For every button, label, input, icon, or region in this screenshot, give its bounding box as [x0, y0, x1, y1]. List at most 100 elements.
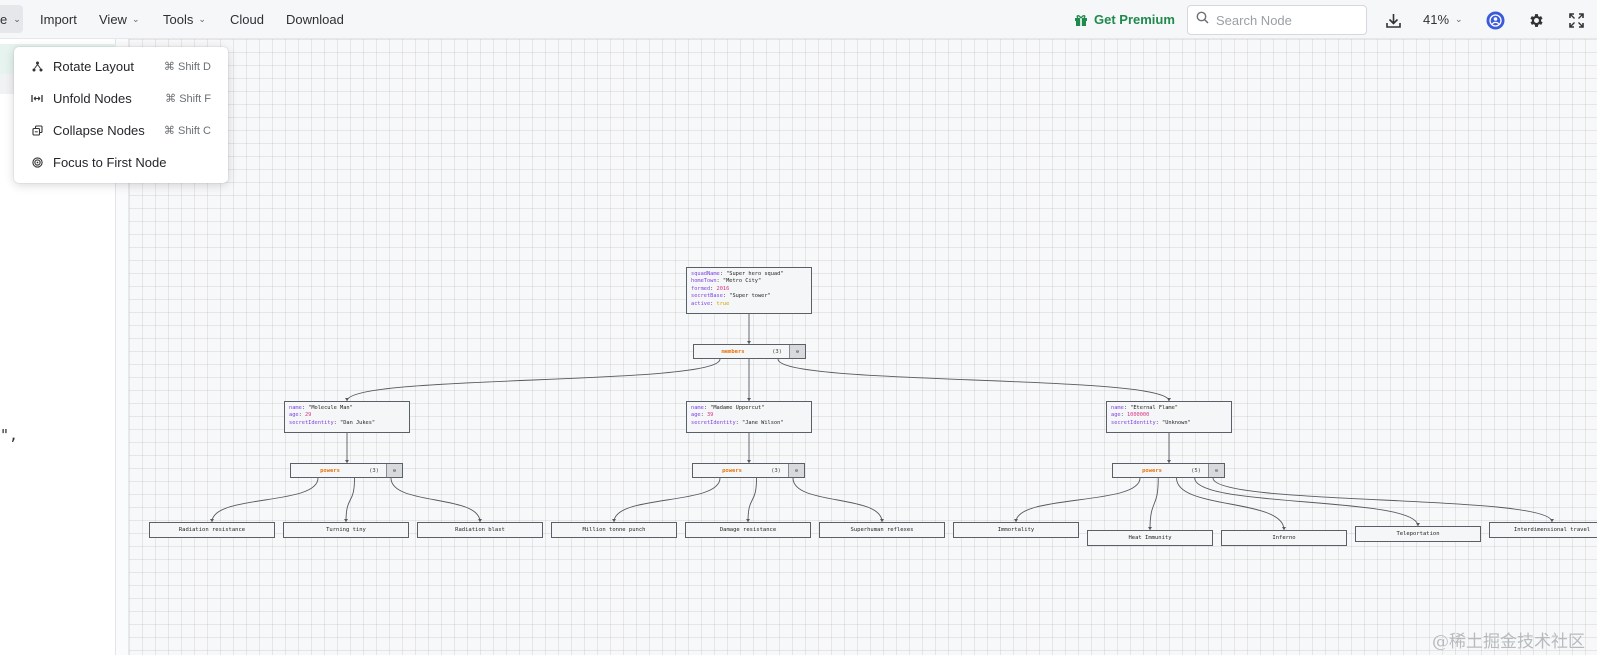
array-node-label: powers — [1142, 467, 1162, 474]
graph-canvas[interactable]: squadName: "Super hero squad" homeTown: "… — [129, 39, 1597, 655]
view-menu[interactable]: View ⌄ — [99, 0, 140, 39]
view-label: View — [99, 12, 127, 27]
power-leaf-node[interactable]: Turning tiny — [283, 522, 409, 538]
collapse-toggle-icon[interactable]: ⊖ — [386, 464, 402, 477]
rotate-layout-icon — [31, 60, 43, 72]
graph-edge — [747, 477, 757, 523]
chevron-down-icon: ⌄ — [131, 14, 140, 24]
powers-array-node[interactable]: powers (3) ⊖ — [290, 463, 403, 478]
search-box[interactable] — [1187, 5, 1367, 35]
powers-array-node[interactable]: powers (3) ⊖ — [692, 463, 805, 478]
gear-icon[interactable] — [1525, 9, 1547, 31]
node-row: age: 29 — [289, 412, 405, 419]
focus-first-node-item[interactable]: Focus to First Node — [14, 146, 228, 178]
node-value: 29 — [304, 412, 312, 419]
file-menu-button[interactable]: e ⌄ — [0, 5, 23, 33]
graph-edge — [613, 477, 721, 523]
import-label: Import — [40, 12, 77, 27]
graph-edge — [211, 477, 319, 523]
power-leaf-node[interactable]: Inferno — [1221, 530, 1347, 546]
cloud-menu[interactable]: Cloud — [230, 0, 264, 39]
chevron-down-icon: ⌄ — [1455, 14, 1463, 24]
node-value: 39 — [706, 412, 714, 419]
graph-edge — [1149, 477, 1159, 531]
import-menu[interactable]: Import — [40, 0, 77, 39]
member-object-node[interactable]: name: "Molecule Man" age: 29 secretIdentit… — [284, 401, 410, 433]
graph-edge — [1015, 477, 1141, 523]
power-leaf-node[interactable]: Immortality — [953, 522, 1079, 538]
search-icon — [1196, 11, 1209, 29]
chevron-down-icon: ⌄ — [198, 14, 206, 24]
node-value: "Dan Jukes" — [340, 419, 376, 426]
power-leaf-node[interactable]: Damage resistance — [685, 522, 811, 538]
tools-dropdown-menu: Rotate Layout ⌘ Shift D Unfold Nodes ⌘ S… — [14, 47, 228, 183]
node-key: name — [691, 405, 704, 411]
get-premium-button[interactable]: Get Premium — [1074, 0, 1175, 39]
graph-edge — [345, 477, 355, 523]
rotate-layout-label: Rotate Layout — [53, 58, 134, 74]
gift-icon — [1074, 13, 1088, 27]
node-row: formed: 2016 — [691, 286, 807, 293]
power-leaf-node[interactable]: Radiation resistance — [149, 522, 275, 538]
collapse-toggle-icon[interactable]: ⊖ — [1208, 464, 1224, 477]
chevron-down-icon: ⌄ — [13, 13, 21, 24]
node-key: secretIdentity — [289, 419, 334, 426]
collapse-nodes-label: Collapse Nodes — [53, 122, 145, 138]
node-row: name: "Molecule Man" — [289, 405, 405, 412]
search-node-input[interactable] — [1216, 12, 1356, 28]
download-icon[interactable] — [1382, 9, 1404, 31]
member-object-node[interactable]: name: "Madame Uppercut" age: 39 secretIden… — [686, 401, 812, 433]
power-leaf-node[interactable]: Heat Immunity — [1087, 530, 1213, 546]
target-icon — [31, 156, 43, 168]
download-menu[interactable]: Download — [286, 0, 344, 39]
node-key: homeTown — [691, 278, 717, 285]
array-node-count: (3) — [772, 348, 782, 355]
power-leaf-node[interactable]: Interdimensional travel — [1489, 522, 1597, 538]
power-leaf-node[interactable]: Radiation blast — [417, 522, 543, 538]
node-key: squadName — [691, 271, 720, 277]
watermark: @稀土掘金技术社区 — [1432, 632, 1585, 652]
node-row: secretIdentity: "Unknown" — [1111, 420, 1227, 427]
root-object-node[interactable]: squadName: "Super hero squad" homeTown: "… — [686, 267, 812, 314]
node-value: "Jane Wilson" — [742, 419, 784, 426]
power-leaf-node[interactable]: Superhuman reflexes — [819, 522, 945, 538]
node-value: 2016 — [716, 285, 730, 292]
graph-edges — [210, 314, 1554, 531]
zoom-control[interactable]: 41% ⌄ — [1423, 0, 1463, 39]
node-value: "Metro City" — [722, 278, 762, 285]
get-premium-label: Get Premium — [1094, 12, 1175, 27]
tools-menu[interactable]: Tools ⌄ — [163, 0, 206, 39]
member-object-node[interactable]: name: "Eternal Flame" age: 1000000 secretI… — [1106, 401, 1232, 433]
tools-label: Tools — [163, 12, 194, 27]
graph-edge — [1194, 477, 1419, 527]
node-row: secretBase: "Super tower" — [691, 293, 807, 300]
node-row: active: true — [691, 301, 807, 308]
node-row: age: 1000000 — [1111, 412, 1227, 419]
power-leaf-node[interactable]: Teleportation — [1355, 526, 1481, 542]
node-key: age — [691, 412, 701, 419]
node-key: name — [289, 405, 302, 411]
unfold-nodes-item[interactable]: Unfold Nodes ⌘ Shift F — [14, 82, 228, 114]
fullscreen-icon[interactable] — [1565, 9, 1587, 31]
node-value: "Super hero squad" — [726, 271, 784, 277]
graph-edge — [792, 477, 883, 523]
rotate-layout-item[interactable]: Rotate Layout ⌘ Shift D — [14, 50, 228, 82]
node-value: "Unknown" — [1162, 419, 1191, 426]
members-array-node[interactable]: members (3) ⊖ — [693, 344, 806, 359]
collapse-nodes-item[interactable]: Collapse Nodes ⌘ Shift C — [14, 114, 228, 146]
node-key: name — [1111, 405, 1124, 411]
node-value: "Eternal Flame" — [1130, 405, 1178, 411]
collapse-toggle-icon[interactable]: ⊖ — [789, 345, 805, 358]
collapse-toggle-icon[interactable]: ⊖ — [788, 464, 804, 477]
node-row: homeTown: "Metro City" — [691, 278, 807, 285]
node-value: true — [716, 300, 730, 307]
node-value: "Madame Uppercut" — [710, 405, 765, 411]
power-leaf-node[interactable]: Million tonne punch — [551, 522, 677, 538]
node-key: secretIdentity — [691, 419, 736, 426]
node-key: age — [289, 412, 299, 419]
account-icon[interactable] — [1484, 9, 1506, 31]
array-node-count: (3) — [369, 467, 379, 474]
powers-array-node[interactable]: powers (5) ⊖ — [1112, 463, 1225, 478]
collapse-nodes-shortcut: ⌘ Shift C — [163, 124, 211, 137]
unfold-icon — [31, 92, 43, 104]
